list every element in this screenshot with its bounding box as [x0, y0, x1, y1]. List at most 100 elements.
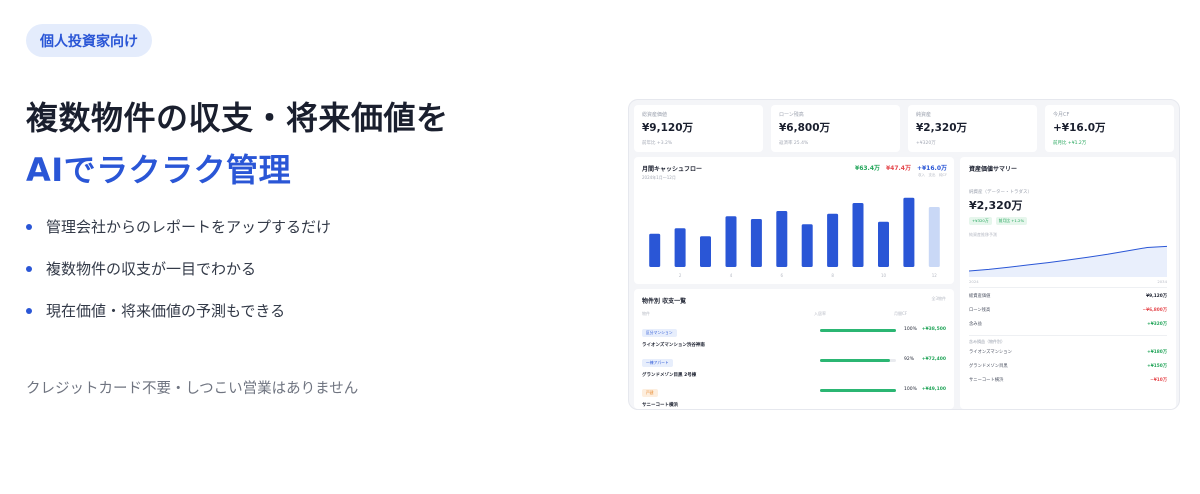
cf-tick-label: 12 — [932, 273, 938, 278]
kpi-value: ¥9,120万 — [642, 122, 694, 134]
cf-tick-label: 6 — [781, 273, 784, 278]
summary-row-value: +¥320万 — [1147, 322, 1167, 327]
summary-row-label: ローン残高 — [969, 308, 991, 313]
feature-list: 管理会社からのレポートをアップするだけ 複数物件の収支が一目でわかる 現在価値・… — [26, 216, 331, 342]
bullet-dot-icon — [26, 307, 32, 314]
property-type-tag: 区分マンション — [642, 329, 677, 337]
summary-row-label: サニーコート横浜 — [969, 378, 1004, 383]
kpi-card-loan: ローン残高 ¥6,800万 返済率 25.4% — [771, 105, 900, 152]
cf-bar — [750, 219, 762, 267]
occupancy-bar — [820, 359, 896, 362]
summary-row: サニーコート横浜 −¥10万 — [969, 377, 1167, 383]
summary-row-value: +¥180万 — [1147, 350, 1167, 355]
property-name: グランドメゾン目黒 2号棟 — [642, 373, 697, 378]
summary-row: ライオンズマンション +¥180万 — [969, 349, 1167, 355]
asset-summary-card: 資産価値サマリー 純資産（データー・トラダス） ¥2,320万 +¥320万 前… — [960, 157, 1176, 409]
kpi-card-net-assets: 純資産 ¥2,320万 +¥320万 — [908, 105, 1037, 152]
legend-sub: 収入 支出 純CF — [918, 173, 947, 177]
cf-bar — [852, 203, 864, 267]
legend-income: ¥63.4万 — [855, 165, 880, 172]
bullet-dot-icon — [26, 265, 32, 272]
property-list-title: 物件別 収支一覧 — [642, 298, 687, 305]
property-row[interactable]: 一棟アパート グランドメゾン目黒 2号棟 92% +¥72,400 — [642, 349, 946, 378]
cf-bar — [801, 224, 813, 267]
legend-net: +¥16.0万 — [916, 165, 947, 172]
feature-item: 複数物件の収支が一目でわかる — [26, 258, 331, 279]
cf-bar — [776, 211, 788, 267]
cf-bar — [674, 228, 686, 267]
kpi-sub: 返済率 25.4% — [779, 141, 809, 146]
occupancy-fill — [820, 329, 896, 332]
occupancy-bar — [820, 329, 896, 332]
net-asset-forecast-chart — [969, 245, 1167, 277]
property-list-card: 物件別 収支一覧 全3物件 物件 入居率 月間CF 区分マンション ライオンズマン… — [634, 289, 954, 409]
cf-bar — [700, 236, 711, 267]
summary-row: グランドメゾン目黒 +¥150万 — [969, 363, 1167, 369]
legend-expense: ¥47.4万 — [886, 165, 911, 172]
dashboard-preview: 総資産価値 ¥9,120万 前年比 +3.2% ローン残高 ¥6,800万 返済… — [628, 99, 1180, 410]
cashflow-card: 月間キャッシュフロー 2024年1月〜12月 ¥63.4万 ¥47.4万 +¥1… — [634, 157, 954, 284]
kpi-sub: +¥320万 — [916, 141, 936, 146]
kpi-card-total-assets: 総資産価値 ¥9,120万 前年比 +3.2% — [634, 105, 763, 152]
summary-chip: 前月比 +1.2% — [995, 217, 1028, 225]
summary-row-value: ¥9,120万 — [1146, 294, 1167, 299]
cf-tick-label: 4 — [730, 273, 733, 278]
property-list-header: 物件 入居率 月間CF — [642, 311, 946, 317]
property-count: 全3物件 — [931, 296, 946, 301]
forecast-area — [969, 246, 1167, 277]
occupancy-rate: 92% — [904, 357, 915, 362]
monthly-cf: +¥72,400 — [921, 357, 946, 362]
summary-value: ¥2,320万 — [969, 199, 1023, 212]
headline-line-1: 複数物件の収支・将来価値を — [26, 99, 449, 137]
axis-end: 2034 — [1157, 279, 1167, 284]
audience-badge: 個人投資家向け — [26, 24, 152, 57]
feature-item: 現在価値・将来価値の予測もできる — [26, 300, 331, 321]
cashflow-subtitle: 2024年1月〜12月 — [642, 175, 676, 180]
hero-headline: 複数物件の収支・将来価値を AIでラクラク管理 — [26, 92, 449, 196]
occupancy-rate: 100% — [904, 387, 917, 392]
summary-row: ローン残高 −¥6,800万 — [969, 307, 1167, 313]
property-type-tag: 戸建 — [642, 389, 658, 397]
summary-sub: 純資産（データー・トラダス） — [969, 190, 1032, 195]
cf-bar — [928, 207, 940, 267]
kpi-label: 総資産価値 — [642, 112, 668, 118]
monthly-cf: +¥49,100 — [921, 387, 946, 392]
monthly-cf: +¥38,500 — [921, 327, 946, 332]
cf-bar — [725, 216, 737, 267]
cf-tick-label: 8 — [831, 273, 834, 278]
cashflow-legend: ¥63.4万 ¥47.4万 +¥16.0万 — [855, 163, 947, 172]
property-row[interactable]: 区分マンション ライオンズマンション渋谷神南 100% +¥38,500 — [642, 319, 946, 348]
feature-item: 管理会社からのレポートをアップするだけ — [26, 216, 331, 237]
feature-text: 複数物件の収支が一目でわかる — [46, 260, 257, 278]
no-credit-card-note: クレジットカード不要・しつこい営業はありません — [26, 381, 359, 397]
summary-chip: +¥320万 — [969, 217, 992, 225]
occupancy-fill — [820, 389, 896, 392]
summary-row-value: −¥10万 — [1150, 378, 1167, 383]
col-name: 物件 — [642, 311, 650, 316]
kpi-sub: 前月比 +¥1.2万 — [1053, 141, 1087, 146]
cashflow-bar-chart: 2 4 6 8 10 12 — [649, 197, 940, 278]
cf-bar — [649, 233, 661, 267]
summary-row-label: 総資産価値 — [969, 294, 991, 299]
cf-bar — [903, 197, 915, 267]
headline-line-2: AIでラクラク管理 — [26, 151, 292, 189]
cf-tick-label: 10 — [881, 273, 887, 278]
divider — [969, 335, 1167, 336]
kpi-value: +¥16.0万 — [1053, 122, 1106, 134]
axis-start: 2024 — [969, 279, 979, 284]
cf-bar — [827, 213, 839, 267]
summary-row-label: 含み益 — [969, 322, 982, 327]
kpi-label: 今月CF — [1053, 112, 1070, 118]
feature-text: 管理会社からのレポートをアップするだけ — [46, 218, 332, 236]
summary-title: 資産価値サマリー — [969, 166, 1018, 173]
kpi-value: ¥6,800万 — [779, 122, 831, 134]
property-name: サニーコート横浜 — [642, 403, 678, 408]
property-row[interactable]: 戸建サニーコート横浜 100% +¥49,100 — [642, 379, 946, 408]
summary-row-value: +¥150万 — [1147, 364, 1167, 369]
cf-tick-label: 2 — [679, 273, 682, 278]
occupancy-rate: 100% — [904, 327, 917, 332]
cf-bar — [878, 221, 889, 267]
occupancy-bar — [820, 389, 896, 392]
occupancy-fill — [820, 359, 890, 362]
summary-section-head: 含み損益（物件別） — [969, 339, 1005, 344]
